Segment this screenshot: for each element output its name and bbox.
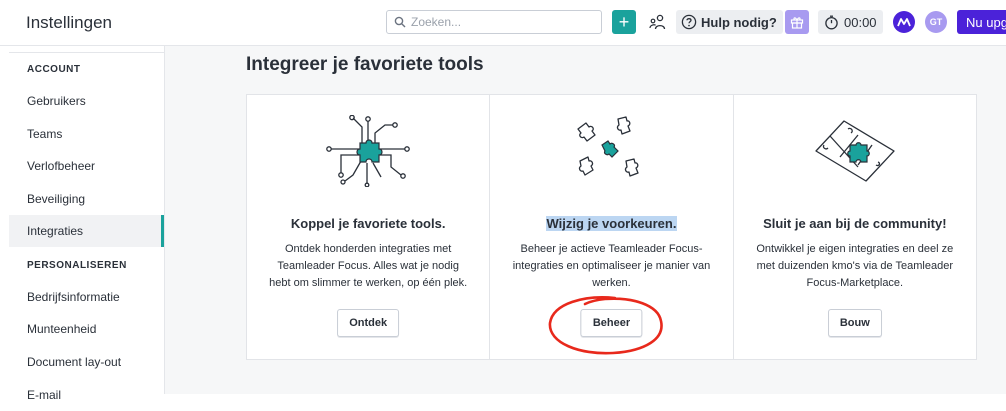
card-description: Ontwikkel je eigen integraties en deel z…: [748, 241, 962, 292]
avatar[interactable]: GT: [925, 11, 947, 33]
integration-cards: Koppel je favoriete tools. Ontdek honder…: [246, 94, 977, 360]
puzzle-diamond-icon: [815, 120, 895, 182]
card-desc-line: Ontwikkel je eigen integraties en deel z…: [756, 243, 954, 255]
sidebar-item-label: Document lay-out: [27, 355, 122, 369]
timer-button[interactable]: 00:00: [818, 10, 883, 34]
card-desc-line: werken.: [592, 277, 631, 289]
section-title: Integreer je favoriete tools: [246, 54, 484, 75]
question-circle-icon: [681, 14, 697, 30]
sidebar-item-email[interactable]: E-mail: [9, 379, 164, 411]
plus-icon: +: [618, 12, 630, 32]
sidebar-item-verlofbeheer[interactable]: Verlofbeheer: [9, 150, 164, 182]
sidebar-item-munteenheid[interactable]: Munteenheid: [9, 313, 164, 345]
app-switcher[interactable]: [893, 11, 915, 33]
circuit-puzzle-icon: [326, 115, 411, 187]
card-wijzig: Wijzig je voorkeuren. Beheer je actieve …: [490, 95, 734, 359]
card-title: Koppel je favoriete tools.: [290, 216, 446, 231]
page-title: Instellingen: [26, 13, 113, 32]
sidebar-item-label: Teams: [27, 127, 63, 141]
add-button[interactable]: +: [612, 10, 636, 34]
sidebar-divider: [9, 52, 164, 53]
stopwatch-icon: [825, 15, 838, 29]
help-button[interactable]: Hulp nodig?: [676, 10, 783, 34]
card-desc-line: Teamleader Focus. Alles wat je nodig: [277, 260, 459, 272]
sidebar-item-label: Verlofbeheer: [27, 159, 96, 173]
sidebar-item-document-lay-out[interactable]: Document lay-out: [9, 346, 164, 378]
card-description: Beheer je actieve Teamleader Focus- inte…: [504, 241, 718, 292]
sidebar-item-label: Beveiliging: [27, 192, 86, 206]
ontdek-button[interactable]: Ontdek: [337, 309, 400, 337]
card-title: Wijzig je voorkeuren.: [490, 216, 732, 231]
card-desc-line: Beheer je actieve Teamleader Focus-: [520, 243, 703, 255]
sidebar-item-bedrijfsinformatie[interactable]: Bedrijfsinformatie: [9, 281, 164, 313]
sidebar-item-label: E-mail: [27, 388, 62, 402]
search-icon: [394, 16, 406, 28]
card-desc-line: Focus-Marketplace.: [806, 277, 904, 289]
card-sluit-aan: Sluit je aan bij de community! Ontwikkel…: [734, 95, 976, 359]
gift-icon: [790, 17, 804, 29]
section-heading-personaliseren: PERSONALISEREN: [27, 260, 127, 271]
help-label: Hulp nodig?: [701, 14, 777, 30]
sidebar-item-label: Gebruikers: [27, 94, 86, 108]
card-desc-line: hebt om slimmer te werken, op één plek.: [269, 277, 468, 289]
sidebar-item-label: Bedrijfsinformatie: [27, 290, 120, 304]
people-icon[interactable]: [648, 12, 668, 32]
upgrade-button[interactable]: Nu upg: [957, 10, 1006, 34]
section-heading-account: ACCOUNT: [27, 64, 81, 75]
sidebar-item-beveiliging[interactable]: Beveiliging: [9, 183, 164, 215]
top-bar: Instellingen + Hulp nodig?: [0, 0, 1006, 46]
gift-button[interactable]: [785, 10, 809, 34]
card-desc-line: Ontdek honderden integraties met: [285, 243, 452, 255]
sidebar-item-teams[interactable]: Teams: [9, 118, 164, 150]
main-content: Integreer je favoriete tools Koppel je f…: [165, 46, 1006, 394]
beheer-button[interactable]: Beheer: [580, 309, 643, 337]
sidebar-item-label: Integraties: [27, 224, 84, 238]
card-desc-line: integraties en optimaliseer je manier va…: [512, 260, 711, 272]
brand-icon: [897, 18, 911, 27]
bouw-button[interactable]: Bouw: [827, 309, 882, 337]
sidebar: ACCOUNT Gebruikers Teams Verlofbeheer Be…: [0, 46, 165, 402]
scattered-puzzle-icon: [577, 116, 640, 177]
card-koppel: Koppel je favoriete tools. Ontdek honder…: [247, 95, 491, 359]
card-description: Ontdek honderden integraties met Teamlea…: [261, 241, 475, 292]
sidebar-item-integraties[interactable]: Integraties: [9, 215, 164, 247]
card-title-text: Wijzig je voorkeuren.: [545, 216, 678, 231]
search-input[interactable]: [411, 15, 591, 29]
card-desc-line: met duizenden kmo's via de Teamleader: [756, 260, 953, 272]
sidebar-item-gebruikers[interactable]: Gebruikers: [9, 85, 164, 117]
card-title: Sluit je aan bij de community!: [763, 216, 947, 231]
sidebar-item-label: Munteenheid: [27, 322, 97, 336]
timer-value: 00:00: [844, 14, 877, 30]
search-box[interactable]: [386, 10, 602, 34]
